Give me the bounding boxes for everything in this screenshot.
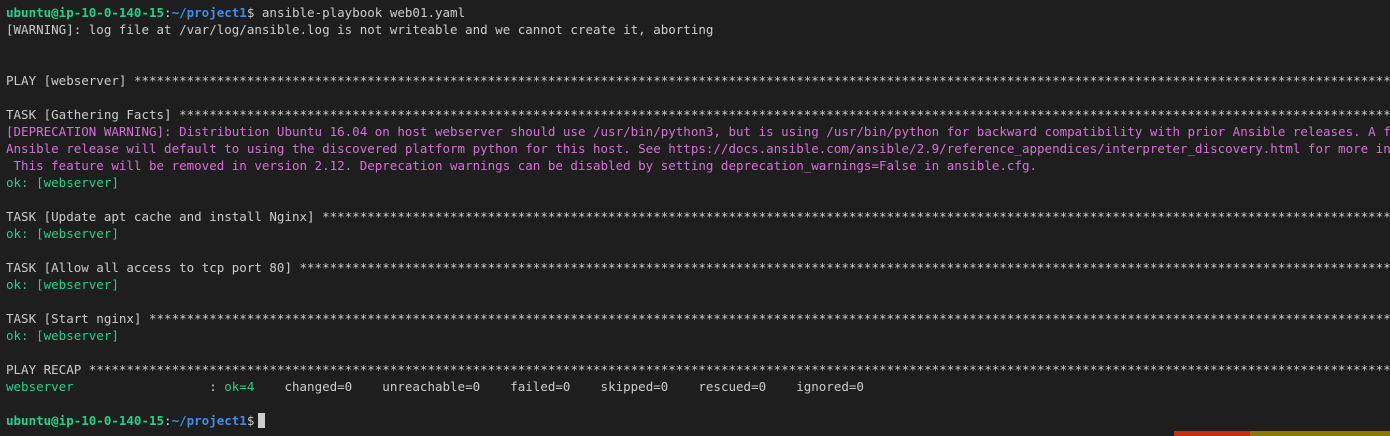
task-header-line: TASK [Allow all access to tcp port 80] *…: [6, 259, 1390, 276]
prompt-user-host: ubuntu@ip-10-0-140-15: [6, 413, 165, 428]
task-header-line: TASK [Start nginx] *********************…: [6, 310, 1390, 327]
star-separator: ****************************************…: [133, 73, 1390, 88]
play-header-line: PLAY [webserver] ***********************…: [6, 72, 1390, 89]
prompt-user-host: ubuntu@ip-10-0-140-15: [6, 5, 165, 20]
star-separator: ****************************************…: [179, 107, 1390, 122]
log-warning-line: [WARNING]: log file at /var/log/ansible.…: [6, 22, 714, 37]
task-result-line: ok: [webserver]: [6, 328, 119, 343]
star-separator: ****************************************…: [88, 362, 1390, 377]
prompt-path: ~/project1: [171, 413, 247, 428]
recap-host: webserver: [6, 379, 74, 394]
terminal-window[interactable]: ubuntu@ip-10-0-140-15:~/project1$ ansibl…: [0, 0, 1390, 436]
task-header: TASK [Update apt cache and install Nginx…: [6, 209, 323, 224]
task-header: TASK [Allow all access to tcp port 80]: [6, 260, 300, 275]
task-result-line: ok: [webserver]: [6, 277, 119, 292]
status-bar-warning-segment: [1250, 431, 1390, 436]
status-bar-error-segment: [1174, 431, 1250, 436]
recap-separator: :: [73, 379, 225, 394]
task-result-line: ok: [webserver]: [6, 175, 119, 190]
task-header-line: TASK [Update apt cache and install Nginx…: [6, 208, 1390, 225]
task-header: TASK [Start nginx]: [6, 311, 149, 326]
play-header: PLAY [webserver]: [6, 73, 134, 88]
task-header-line: TASK [Gathering Facts] *****************…: [6, 106, 1390, 123]
prompt-colon: :: [164, 413, 172, 428]
task-header: TASK [Gathering Facts]: [6, 107, 180, 122]
star-separator: ****************************************…: [322, 209, 1390, 224]
recap-header-line: PLAY RECAP *****************************…: [6, 361, 1390, 378]
recap-header: PLAY RECAP: [6, 362, 89, 377]
task-result-line: ok: [webserver]: [6, 226, 119, 241]
command-text: ansible-playbook web01.yaml: [254, 5, 466, 20]
command-line: ubuntu@ip-10-0-140-15:~/project1$ ansibl…: [6, 4, 1390, 21]
star-separator: ****************************************…: [149, 311, 1390, 326]
recap-ok: ok=4: [224, 379, 255, 394]
text-cursor: [258, 413, 266, 428]
star-separator: ****************************************…: [299, 260, 1390, 275]
deprecation-warning-line: This feature will be removed in version …: [6, 158, 1038, 173]
prompt-path: ~/project1: [171, 5, 247, 20]
recap-stats-line: webserver : ok=4 changed=0 unreachable=0…: [6, 378, 1390, 395]
recap-counts: changed=0 unreachable=0 failed=0 skipped…: [254, 379, 864, 394]
prompt-dollar: $: [246, 413, 255, 428]
final-prompt-line[interactable]: ubuntu@ip-10-0-140-15:~/project1$: [6, 412, 1390, 429]
deprecation-warning-line: [DEPRECATION WARNING]: Distribution Ubun…: [6, 124, 1390, 139]
prompt-colon: :: [164, 5, 172, 20]
deprecation-warning-line: Ansible release will default to using th…: [6, 141, 1390, 156]
